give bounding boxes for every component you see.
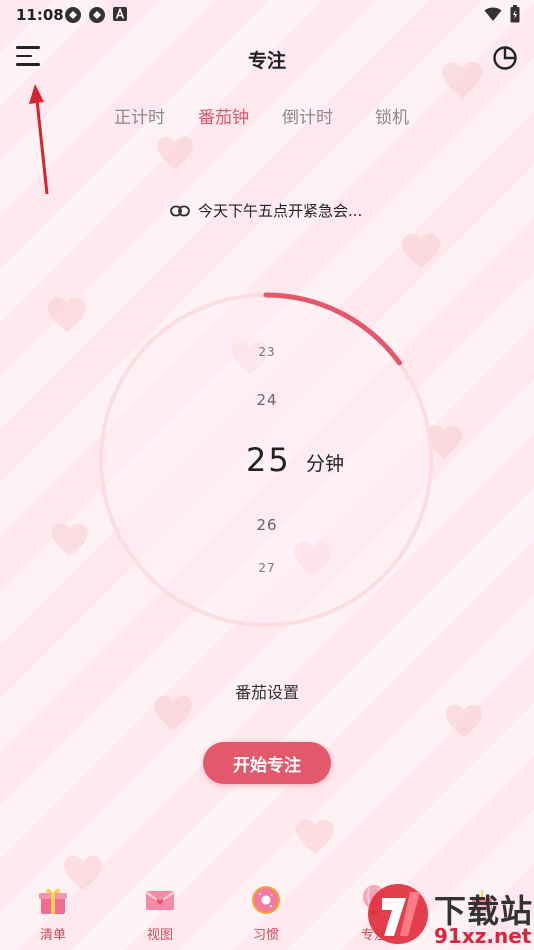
- sync-icon: [89, 7, 105, 23]
- status-notification-icons: [64, 6, 128, 24]
- linked-task-text: 今天下午五点开紧急会...: [198, 202, 363, 220]
- pie-chart-icon[interactable]: [492, 45, 518, 71]
- tab-count-up[interactable]: 正计时: [114, 103, 165, 128]
- tab-countdown[interactable]: 倒计时: [282, 103, 333, 128]
- picker-option-27[interactable]: 27: [217, 561, 317, 575]
- envelope-icon: [145, 891, 175, 910]
- heart-decoration: [402, 233, 440, 269]
- linked-task[interactable]: 今天下午五点开紧急会...: [170, 200, 362, 221]
- link-icon: [170, 205, 190, 216]
- picker-option-23[interactable]: 23: [217, 345, 317, 359]
- picker-option-24[interactable]: 24: [217, 391, 317, 409]
- wifi-icon: [484, 7, 502, 21]
- gift-icon: [39, 888, 67, 914]
- page-title: 专注: [247, 50, 286, 72]
- nav-label-habit: 习惯: [252, 928, 279, 943]
- mode-tabs: 正计时 番茄钟 倒计时 锁机: [0, 103, 534, 128]
- nav-item-view[interactable]: 视图: [130, 884, 190, 943]
- sync-icon: [65, 7, 81, 23]
- donut-icon: [252, 886, 280, 914]
- status-bar: 11:08: [0, 0, 534, 30]
- annotation-arrow: [29, 84, 49, 195]
- status-system-icons: [484, 5, 520, 23]
- picker-option-26[interactable]: 26: [217, 516, 317, 534]
- heart-decoration: [157, 136, 193, 170]
- picker-unit-label: 分钟: [306, 453, 345, 475]
- heart-decoration: [52, 523, 88, 557]
- tab-pomodoro[interactable]: 番茄钟: [198, 103, 249, 128]
- nav-item-list[interactable]: 清单: [23, 884, 83, 943]
- picker-selected-value[interactable]: 25: [246, 441, 291, 479]
- nav-label-view: 视图: [146, 928, 173, 943]
- tab-lock-phone[interactable]: 锁机: [375, 103, 409, 128]
- battery-icon: [510, 5, 520, 23]
- status-time: 11:08: [16, 6, 64, 24]
- watermark-url: 91xz.net: [434, 924, 532, 948]
- heart-decoration: [296, 819, 334, 855]
- heart-decoration: [446, 704, 482, 738]
- nav-item-habit[interactable]: 习惯: [236, 884, 296, 943]
- tomato-settings-link[interactable]: 番茄设置: [0, 679, 534, 703]
- nav-label-list: 清单: [39, 928, 66, 943]
- start-focus-button[interactable]: 开始专注: [203, 742, 331, 784]
- heart-decoration: [48, 297, 86, 333]
- font-a-icon: [113, 7, 127, 21]
